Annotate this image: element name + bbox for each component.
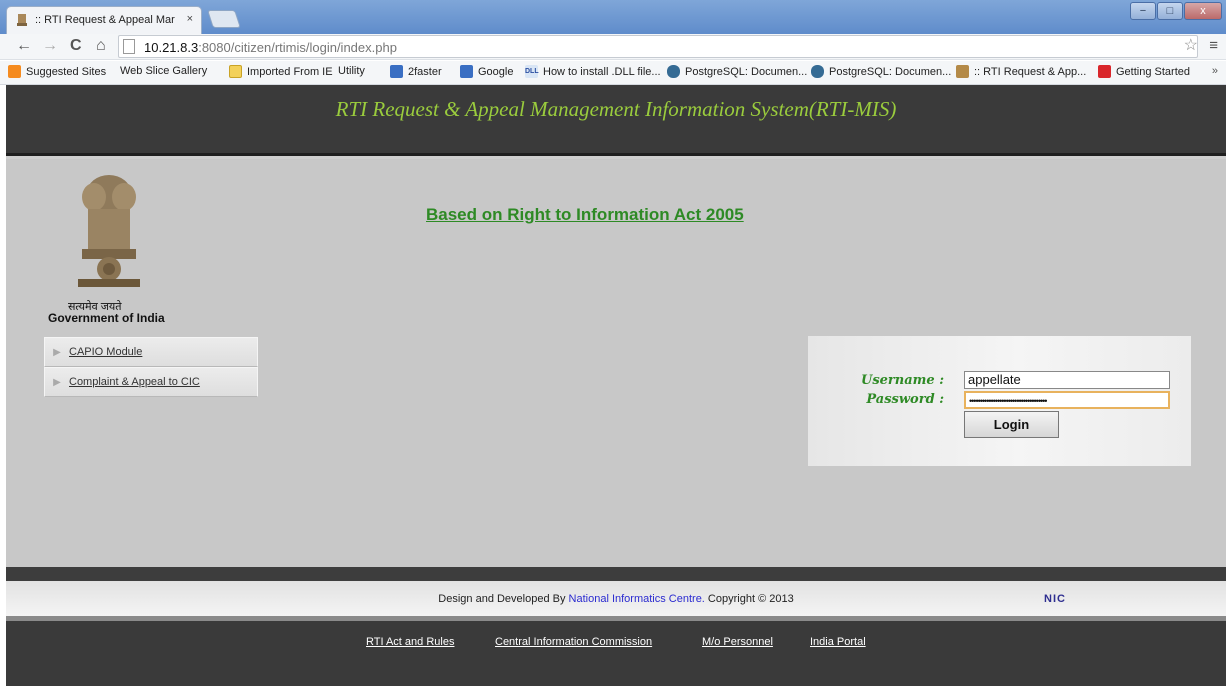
window-controls: − □ x	[1129, 2, 1222, 20]
login-box: Username : Password : appellate ••••••••…	[808, 336, 1191, 466]
side-item-capio-module[interactable]: ▶ CAPIO Module	[44, 337, 258, 367]
bookmarks-overflow-icon[interactable]: »	[1212, 65, 1218, 77]
footer-link-india-portal[interactable]: India Portal	[810, 636, 866, 648]
bookmark-rti-request[interactable]: :: RTI Request & App...	[956, 65, 1086, 78]
getting-started-icon	[1098, 65, 1111, 78]
username-label: Username :	[860, 373, 944, 388]
bookmark-2faster[interactable]: 2faster	[390, 65, 442, 78]
bookmark-dll[interactable]: DLL How to install .DLL file...	[525, 65, 661, 78]
bookmark-label: Utility	[338, 65, 365, 77]
url-host: 10.21.8.3	[144, 40, 199, 55]
suggested-sites-icon	[8, 65, 21, 78]
tab-close-icon[interactable]: ×	[187, 13, 193, 25]
footer-link-cic[interactable]: Central Information Commission	[495, 636, 652, 648]
new-tab-button[interactable]	[207, 10, 241, 28]
postgresql-icon	[667, 65, 680, 78]
bookmark-label: Getting Started	[1116, 65, 1190, 78]
reload-icon[interactable]: C	[70, 37, 82, 55]
bookmark-label: How to install .DLL file...	[543, 65, 661, 78]
bookmark-label: PostgreSQL: Documen...	[829, 65, 952, 78]
government-of-india-label: Government of India	[48, 311, 165, 325]
folder-icon	[229, 65, 242, 78]
url-path: :8080/citizen/rtimis/login/index.php	[198, 40, 397, 55]
arrow-right-icon: ▶	[53, 376, 61, 388]
postgresql-icon	[811, 65, 824, 78]
bookmark-label: Web Slice Gallery	[120, 65, 208, 77]
username-input[interactable]: appellate	[964, 371, 1170, 389]
national-emblem-icon	[78, 175, 140, 287]
forward-arrow-icon[interactable]: →	[42, 37, 58, 55]
browser-menu-icon[interactable]: ≡	[1209, 37, 1218, 54]
page-icon	[123, 39, 135, 54]
bookmark-imported-from-ie[interactable]: Imported From IE	[229, 65, 333, 78]
bookmark-label: 2faster	[408, 65, 442, 78]
emblem-icon	[956, 65, 969, 78]
bookmark-getting-started[interactable]: Getting Started	[1098, 65, 1190, 78]
password-label: Password :	[866, 392, 944, 407]
bookmark-star-icon[interactable]: ☆	[1184, 35, 1198, 55]
nic-logo: NIC	[1044, 593, 1066, 605]
minimize-button[interactable]: −	[1130, 2, 1156, 20]
dll-icon: DLL	[525, 65, 539, 78]
address-bar[interactable]: 10.21.8.3:8080/citizen/rtimis/login/inde…	[118, 35, 1198, 58]
site-title: RTI Request & Appeal Management Informat…	[335, 97, 897, 121]
page-content: RTI Request & Appeal Management Informat…	[6, 85, 1226, 686]
bookmarks-bar: Suggested Sites Web Slice Gallery Import…	[0, 61, 1226, 163]
side-menu: ▶ CAPIO Module ▶ Complaint & Appeal to C…	[44, 337, 258, 397]
site-header: RTI Request & Appeal Management Informat…	[6, 85, 1226, 156]
divider-bar	[6, 567, 1226, 581]
side-item-label: Complaint & Appeal to CIC	[69, 376, 200, 388]
bookmark-suggested-sites[interactable]: Suggested Sites	[8, 65, 106, 78]
browser-tab[interactable]: :: RTI Request & Appeal Mar ×	[6, 6, 202, 34]
copyright-text: Design and Developed By National Informa…	[6, 593, 1226, 605]
bookmark-web-slice-gallery[interactable]: Web Slice Gallery	[120, 65, 208, 163]
bookmark-postgresql-2[interactable]: PostgreSQL: Documen...	[811, 65, 951, 78]
side-item-complaint-appeal[interactable]: ▶ Complaint & Appeal to CIC	[44, 367, 258, 397]
emblem-favicon-icon	[17, 14, 27, 26]
maximize-button[interactable]: □	[1157, 2, 1183, 20]
bookmark-label: Suggested Sites	[26, 65, 107, 78]
bookmark-label: :: RTI Request & App...	[974, 65, 1087, 78]
arrow-right-icon: ▶	[53, 346, 61, 358]
grid-icon	[390, 65, 403, 78]
bookmark-label: PostgreSQL: Documen...	[685, 65, 808, 78]
browser-toolbar: ← → C ⌂ 10.21.8.3:8080/citizen/rtimis/lo…	[0, 34, 1226, 60]
side-item-label: CAPIO Module	[69, 346, 143, 358]
nic-link[interactable]: National Informatics Centre.	[569, 593, 705, 605]
copyright-prefix: Design and Developed By	[438, 593, 569, 605]
bookmark-postgresql-1[interactable]: PostgreSQL: Documen...	[667, 65, 807, 78]
url-text: 10.21.8.3:8080/citizen/rtimis/login/inde…	[144, 40, 397, 55]
bookmark-label: Google	[478, 65, 514, 78]
footer-link-personnel[interactable]: M/o Personnel	[702, 636, 773, 648]
footer-links-bar: RTI Act and Rules Central Information Co…	[6, 621, 1226, 686]
bookmark-google[interactable]: Google	[460, 65, 513, 78]
back-arrow-icon[interactable]: ←	[16, 37, 32, 55]
main-area: सत्यमेव जयते Government of India Based o…	[6, 159, 1226, 567]
footer-link-rti-act[interactable]: RTI Act and Rules	[366, 636, 454, 648]
rti-act-link[interactable]: Based on Right to Information Act 2005	[426, 205, 744, 225]
login-button[interactable]: Login	[964, 411, 1059, 438]
copyright-suffix: Copyright © 2013	[704, 593, 794, 605]
footer: Design and Developed By National Informa…	[6, 581, 1226, 621]
grid-icon	[460, 65, 473, 78]
tab-title: :: RTI Request & Appeal Mar	[35, 14, 175, 26]
home-icon[interactable]: ⌂	[96, 37, 106, 55]
browser-titlebar: :: RTI Request & Appeal Mar × − □ x	[0, 0, 1226, 34]
window-close-button[interactable]: x	[1184, 2, 1222, 20]
password-input[interactable]: ••••••••••••••••••••••••••••••••••••	[964, 391, 1170, 409]
bookmark-label: Imported From IE	[247, 65, 333, 78]
bookmark-utility[interactable]: Utility	[338, 65, 365, 163]
